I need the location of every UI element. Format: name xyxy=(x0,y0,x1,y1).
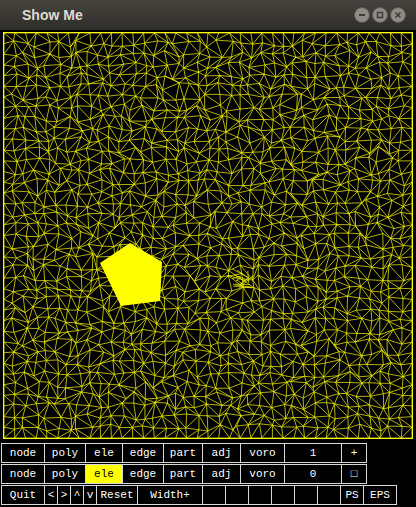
button-label: Quit xyxy=(10,490,36,501)
minimize-button[interactable] xyxy=(354,7,370,23)
button-label: edge xyxy=(130,469,156,480)
button-label: 1 xyxy=(310,448,317,459)
show-me-window: Show Me node poly ele edge part adj voro 1 + node p… xyxy=(0,0,416,507)
button-label: part xyxy=(170,448,196,459)
button-label: ^ xyxy=(74,490,81,501)
panel-button[interactable]: < xyxy=(44,485,58,505)
triangle-mesh-icon xyxy=(0,30,416,441)
panel-button[interactable]: EPS xyxy=(363,485,397,505)
panel-button[interactable] xyxy=(225,485,249,505)
panel-button[interactable] xyxy=(248,485,272,505)
maximize-button[interactable] xyxy=(372,7,388,23)
panel-button[interactable]: ^ xyxy=(70,485,84,505)
panel-button[interactable]: node xyxy=(1,464,45,484)
panel-button[interactable] xyxy=(202,485,226,505)
button-row: Quit < > ^ v Reset Width+ PS EPS xyxy=(0,485,416,505)
button-label: edge xyxy=(130,448,156,459)
panel-button[interactable]: ele xyxy=(85,443,123,463)
panel-button[interactable]: poly xyxy=(44,443,86,463)
window-controls xyxy=(354,7,406,23)
button-label: poly xyxy=(52,469,78,480)
button-label: PS xyxy=(345,490,358,501)
close-icon xyxy=(394,11,402,19)
button-label: 0 xyxy=(310,469,317,480)
title-bar[interactable]: Show Me xyxy=(0,0,416,30)
button-label: adj xyxy=(212,448,232,459)
panel-button[interactable] xyxy=(294,485,318,505)
button-label: EPS xyxy=(370,490,390,501)
panel-button[interactable]: v xyxy=(83,485,97,505)
panel-button[interactable]: Reset xyxy=(96,485,138,505)
button-label: Width+ xyxy=(150,490,190,501)
panel-button[interactable]: □ xyxy=(341,464,367,484)
button-label: adj xyxy=(212,469,232,480)
panel-button[interactable]: poly xyxy=(44,464,86,484)
close-button[interactable] xyxy=(390,7,406,23)
button-label: voro xyxy=(249,448,275,459)
panel-button[interactable]: ele xyxy=(85,464,123,484)
panel-button[interactable] xyxy=(317,485,341,505)
panel-button[interactable]: node xyxy=(1,443,45,463)
panel-button[interactable]: Width+ xyxy=(137,485,203,505)
panel-button[interactable]: adj xyxy=(202,443,241,463)
button-label: node xyxy=(10,448,36,459)
button-label: < xyxy=(48,490,55,501)
panel-button[interactable]: part xyxy=(163,443,203,463)
panel-button[interactable]: > xyxy=(57,485,71,505)
panel-button[interactable]: adj xyxy=(202,464,241,484)
button-row: node poly ele edge part adj voro 1 + xyxy=(0,443,416,463)
maximize-icon xyxy=(376,11,384,19)
panel-button[interactable]: edge xyxy=(122,443,164,463)
minimize-icon xyxy=(358,11,366,19)
panel-button[interactable]: Quit xyxy=(1,485,45,505)
panel-button[interactable]: voro xyxy=(240,464,285,484)
button-label: v xyxy=(87,490,94,501)
button-label: node xyxy=(10,469,36,480)
panel-button[interactable]: edge xyxy=(122,464,164,484)
panel-button[interactable]: PS xyxy=(340,485,364,505)
button-label: ele xyxy=(94,469,114,480)
panel-button[interactable]: voro xyxy=(240,443,285,463)
button-label: + xyxy=(351,448,358,459)
mesh-canvas[interactable] xyxy=(0,30,416,441)
button-panel: node poly ele edge part adj voro 1 + node poly ele e… xyxy=(0,441,416,507)
button-label: > xyxy=(61,490,68,501)
panel-button[interactable]: 1 xyxy=(284,443,342,463)
button-label: □ xyxy=(351,469,358,480)
button-label: Reset xyxy=(100,490,133,501)
button-label: voro xyxy=(249,469,275,480)
window-title: Show Me xyxy=(10,5,83,26)
panel-button[interactable] xyxy=(271,485,295,505)
panel-button[interactable]: 0 xyxy=(284,464,342,484)
panel-button[interactable]: part xyxy=(163,464,203,484)
button-label: ele xyxy=(94,448,114,459)
button-label: part xyxy=(170,469,196,480)
button-label: poly xyxy=(52,448,78,459)
panel-button[interactable]: + xyxy=(341,443,367,463)
button-row: node poly ele edge part adj voro 0 □ xyxy=(0,464,416,484)
